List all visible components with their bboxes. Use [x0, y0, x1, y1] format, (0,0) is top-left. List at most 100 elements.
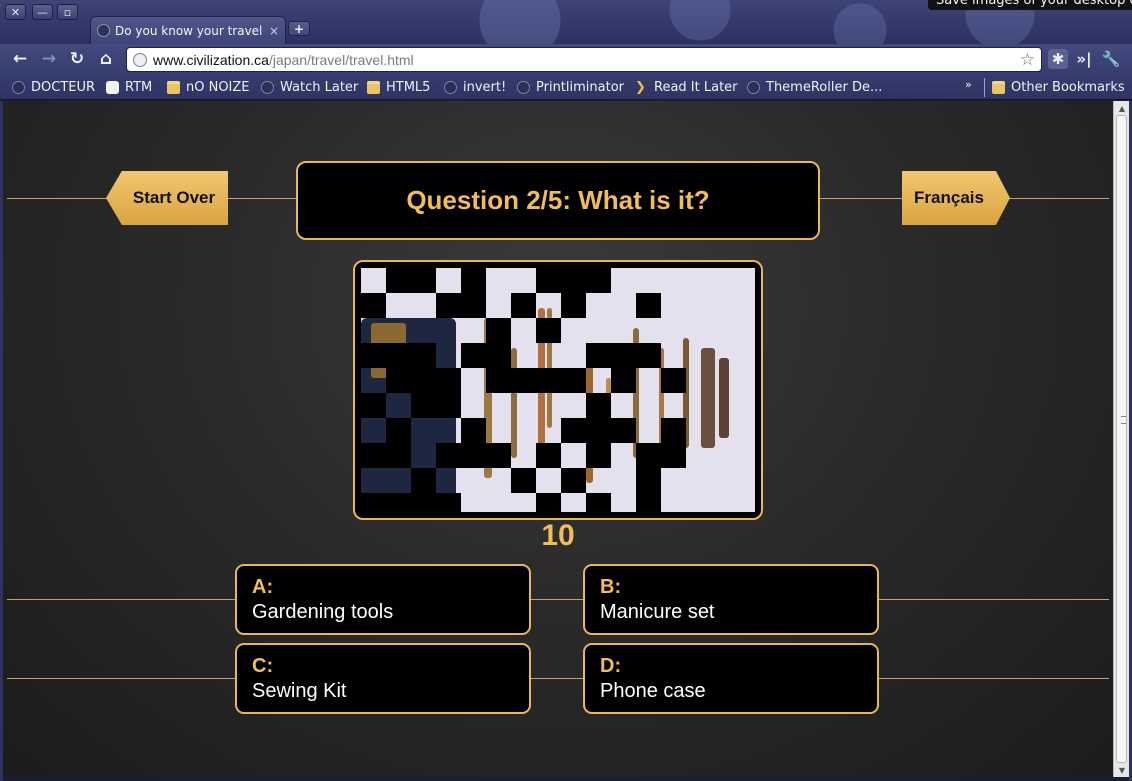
bookmark-label: nO NOIZE — [186, 80, 250, 95]
bookmark-item[interactable]: Printliminator — [517, 79, 624, 96]
cover-block — [511, 468, 536, 493]
bookmark-item[interactable]: invert! — [444, 79, 506, 96]
browser-tab[interactable]: Do you know your travel g × — [90, 16, 286, 44]
cover-block — [411, 468, 436, 493]
bookmark-label: HTML5 — [386, 80, 431, 95]
answer-d-button[interactable]: D: Phone case — [583, 643, 879, 714]
bookmark-label: RTM — [125, 80, 153, 95]
folder-icon — [992, 81, 1005, 94]
cover-block — [361, 393, 386, 418]
bookmark-label: Watch Later — [280, 80, 359, 95]
bookmark-item[interactable]: RTM — [106, 79, 152, 96]
bookmarks-bar: DOCTEUR RTM nO NOIZE Watch Later HTML5 i… — [0, 75, 1132, 100]
cover-block — [611, 343, 636, 368]
globe-icon — [517, 81, 530, 94]
start-over-button[interactable]: Start Over — [106, 171, 228, 225]
cover-block — [436, 443, 461, 468]
cover-block — [486, 343, 511, 368]
cover-block — [636, 443, 661, 468]
answer-c-button[interactable]: C: Sewing Kit — [235, 643, 531, 714]
language-button[interactable]: Français — [902, 171, 1010, 225]
answer-text: Gardening tools — [252, 601, 394, 623]
page-scrollbar[interactable]: ▲ ▼ — [1113, 101, 1129, 777]
bookmarks-overflow-icon[interactable]: » — [965, 78, 972, 91]
cover-block — [411, 368, 436, 393]
answer-letter: B: — [600, 576, 622, 598]
bookmark-item[interactable]: ThemeRoller De... — [747, 79, 882, 96]
cover-block — [586, 443, 611, 468]
bookmark-label: Read It Later — [654, 80, 738, 95]
cover-block — [386, 493, 411, 518]
bookmark-star-icon[interactable]: ☆ — [1020, 50, 1035, 70]
cover-block — [561, 293, 586, 318]
cover-block — [436, 368, 461, 393]
cover-block — [561, 418, 586, 443]
tooltip: Save images of your desktop c — [928, 0, 1132, 10]
cover-block — [486, 368, 511, 393]
globe-icon — [444, 81, 457, 94]
cover-block — [436, 393, 461, 418]
home-icon[interactable]: ⌂ — [95, 48, 117, 70]
url-path: /japan/travel/travel.html — [268, 51, 414, 68]
reload-icon[interactable]: ↻ — [66, 48, 88, 70]
forward-icon[interactable]: → — [38, 48, 60, 70]
tab-close-icon[interactable]: × — [269, 24, 279, 38]
rtm-icon — [106, 81, 119, 94]
cover-block — [411, 393, 436, 418]
bookmark-label: DOCTEUR — [31, 80, 96, 95]
tab-title: Do you know your travel g — [115, 23, 263, 38]
cover-block — [536, 493, 561, 518]
scroll-down-icon[interactable]: ▼ — [1114, 763, 1130, 777]
wrench-icon[interactable]: 🔧 — [1100, 49, 1122, 69]
answer-a-button[interactable]: A: Gardening tools — [235, 564, 531, 635]
bookmark-label: invert! — [463, 80, 507, 95]
folder-icon — [167, 81, 180, 94]
bookmark-item[interactable]: Watch Later — [261, 79, 358, 96]
folder-icon — [367, 81, 380, 94]
cover-block — [386, 268, 411, 293]
answer-letter: A: — [252, 576, 274, 598]
bookmark-item[interactable]: HTML5 — [367, 79, 430, 96]
window-close-icon[interactable]: ✕ — [5, 4, 26, 20]
answers-line-bottom — [7, 678, 1109, 679]
back-icon[interactable]: ← — [9, 48, 31, 70]
extension-icon[interactable]: ✱ — [1048, 49, 1068, 69]
cover-block — [436, 293, 461, 318]
cover-block — [461, 343, 486, 368]
cover-block — [661, 418, 686, 443]
address-bar[interactable]: www.civilization.ca/japan/travel/travel.… — [126, 47, 1042, 72]
question-title: Question 2/5: What is it? — [296, 161, 820, 240]
cover-block — [536, 268, 561, 293]
browser-toolbar: ← → ↻ ⌂ www.civilization.ca/japan/travel… — [0, 44, 1132, 75]
answer-letter: D: — [600, 655, 622, 677]
cover-block — [561, 268, 586, 293]
scroll-up-icon[interactable]: ▲ — [1114, 101, 1130, 115]
cover-block — [361, 443, 386, 468]
cover-block — [636, 293, 661, 318]
cover-block — [636, 343, 661, 368]
cover-block — [386, 418, 411, 443]
cover-block — [636, 468, 661, 493]
cover-block — [536, 368, 561, 393]
new-tab-button[interactable]: + — [288, 21, 310, 36]
answer-b-button[interactable]: B: Manicure set — [583, 564, 879, 635]
other-bookmarks[interactable]: Other Bookmarks — [992, 79, 1125, 96]
cover-block — [361, 343, 386, 368]
cover-block — [461, 268, 486, 293]
globe-icon — [261, 81, 274, 94]
bookmark-item[interactable]: ❯ Read It Later — [635, 79, 738, 96]
cover-block — [636, 493, 661, 518]
window-titlebar: ✕ — ▫ Do you know your travel g × + Save… — [0, 0, 1132, 44]
cover-block — [536, 318, 561, 343]
answer-letter: C: — [252, 655, 274, 677]
window-minimize-icon[interactable]: — — [32, 4, 53, 20]
page-info-icon[interactable] — [133, 52, 147, 67]
scroll-thumb[interactable] — [1116, 115, 1127, 763]
bookmark-item[interactable]: DOCTEUR — [12, 79, 95, 96]
cover-block — [486, 318, 511, 343]
bookmark-item[interactable]: nO NOIZE — [167, 79, 250, 96]
extensions-overflow-icon[interactable]: »| — [1074, 49, 1094, 69]
cover-block — [661, 443, 686, 468]
cover-block — [411, 343, 436, 368]
window-maximize-icon[interactable]: ▫ — [57, 4, 78, 20]
